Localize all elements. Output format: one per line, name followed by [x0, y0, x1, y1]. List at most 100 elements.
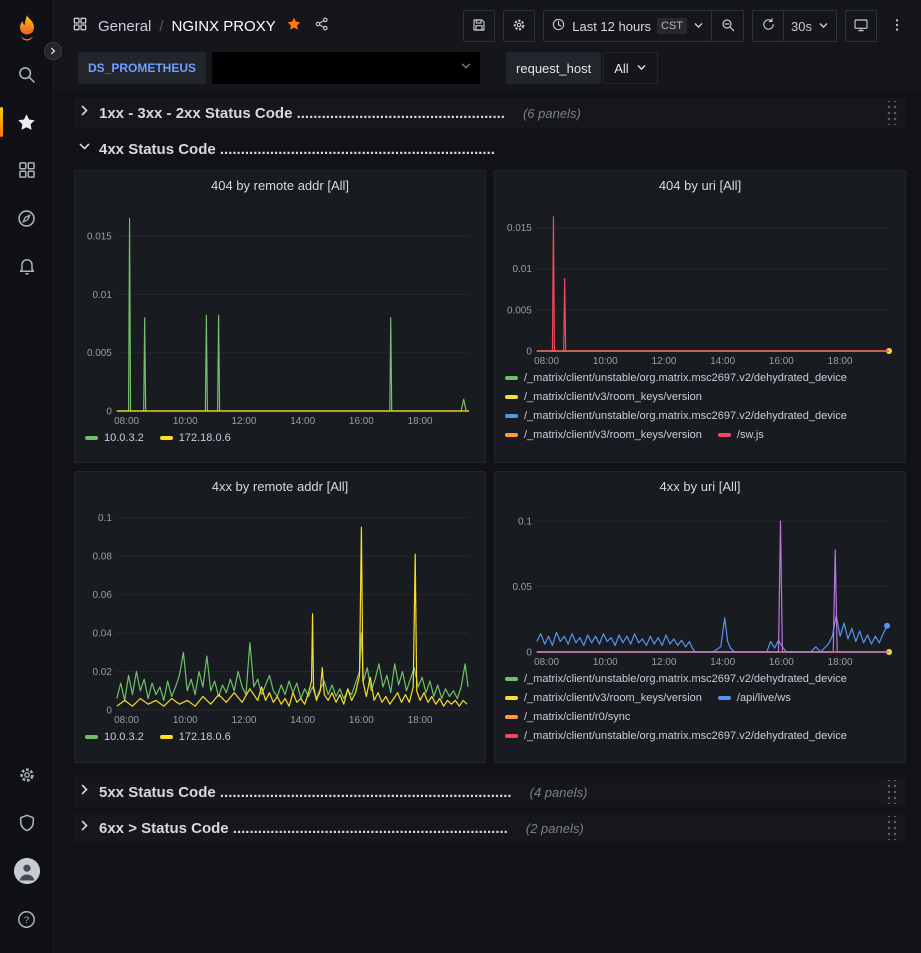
row-1xx-3xx-2xx[interactable]: 1xx - 3xx - 2xx Status Code ............…: [74, 98, 906, 128]
svg-text:0: 0: [106, 705, 112, 716]
svg-text:0.005: 0.005: [87, 348, 112, 359]
row-title: 6xx > Status Code ......................…: [99, 820, 508, 837]
favorite-star-icon[interactable]: [286, 16, 302, 36]
sidebar-item-settings[interactable]: [0, 751, 54, 799]
sidebar-item-starred[interactable]: [0, 98, 54, 146]
share-icon[interactable]: [314, 16, 330, 36]
svg-text:12:00: 12:00: [652, 356, 677, 367]
row-5xx[interactable]: 5xx Status Code ........................…: [74, 777, 906, 807]
svg-text:0.015: 0.015: [87, 232, 112, 243]
legend-label: /_matrix/client/v3/room_keys/version: [524, 690, 702, 706]
legend-item[interactable]: /_matrix/client/v3/room_keys/version: [505, 389, 702, 405]
grafana-logo[interactable]: [0, 6, 54, 50]
timeseries-chart[interactable]: 00.020.040.060.080.108:0010:0012:0014:00…: [83, 500, 477, 726]
breadcrumb: General / NGINX PROXY: [72, 16, 330, 36]
svg-text:18:00: 18:00: [408, 715, 433, 726]
sidebar-item-help[interactable]: ?: [0, 895, 54, 943]
sidebar-expand-button[interactable]: [44, 42, 62, 60]
panel-title[interactable]: 404 by remote addr [All]: [83, 171, 477, 199]
legend-item[interactable]: /_matrix/client/v3/room_keys/version: [505, 427, 702, 443]
svg-text:0: 0: [106, 406, 112, 417]
legend-item[interactable]: 10.0.3.2: [85, 430, 144, 446]
sidebar-item-profile[interactable]: [0, 847, 54, 895]
legend: 10.0.3.2 172.18.0.6: [83, 427, 477, 446]
svg-text:08:00: 08:00: [534, 657, 559, 668]
chevron-down-icon: [636, 61, 647, 76]
row-title: 1xx - 3xx - 2xx Status Code ............…: [99, 105, 505, 122]
legend-item[interactable]: 172.18.0.6: [160, 430, 231, 446]
panel-404-by-uri: 404 by uri [All] 00.0050.010.01508:0010:…: [494, 170, 906, 463]
save-dashboard-button[interactable]: [463, 10, 495, 42]
help-icon: ?: [16, 909, 37, 930]
monitor-icon: [853, 17, 869, 36]
legend-swatch: [718, 696, 731, 700]
time-range-button[interactable]: Last 12 hours CST: [543, 10, 712, 42]
legend-swatch: [505, 395, 518, 399]
legend-item[interactable]: 172.18.0.6: [160, 729, 231, 745]
svg-text:14:00: 14:00: [290, 416, 315, 427]
legend-item[interactable]: /_matrix/client/r0/sync: [505, 709, 630, 725]
timeseries-chart[interactable]: 00.0050.010.01508:0010:0012:0014:0016:00…: [503, 199, 897, 367]
row-title: 4xx Status Code ........................…: [99, 141, 495, 158]
dashboard-settings-button[interactable]: [503, 10, 535, 42]
row-drag-handle[interactable]: [885, 101, 898, 125]
legend-label: /_matrix/client/r0/sync: [524, 709, 630, 725]
timezone-badge: CST: [657, 18, 687, 34]
chevron-right-icon: [78, 783, 91, 801]
row-6xx[interactable]: 6xx > Status Code ......................…: [74, 813, 906, 843]
svg-text:0.08: 0.08: [92, 552, 112, 563]
svg-text:0.02: 0.02: [92, 667, 112, 678]
legend-item[interactable]: /_matrix/client/unstable/org.matrix.msc2…: [505, 671, 847, 687]
legend-item[interactable]: /_matrix/client/v3/room_keys/version: [505, 690, 702, 706]
panel-title[interactable]: 404 by uri [All]: [503, 171, 897, 199]
request-host-label[interactable]: request_host: [506, 52, 601, 84]
timeseries-chart[interactable]: 00.050.108:0010:0012:0014:0016:0018:00: [503, 500, 897, 668]
bell-icon: [17, 256, 37, 276]
datasource-variable-value[interactable]: [212, 52, 480, 84]
row-drag-handle[interactable]: [885, 780, 898, 804]
legend-swatch: [718, 433, 731, 437]
row-4xx[interactable]: 4xx Status Code ........................…: [74, 134, 906, 164]
panel-title[interactable]: 4xx by uri [All]: [503, 472, 897, 500]
panel-404-by-remote-addr: 404 by remote addr [All] 00.0050.010.015…: [74, 170, 486, 463]
legend-label: 172.18.0.6: [179, 430, 231, 446]
legend-swatch: [505, 696, 518, 700]
legend-label: 10.0.3.2: [104, 729, 144, 745]
datasource-variable-label[interactable]: DS_PROMETHEUS: [78, 52, 206, 84]
refresh-interval-button[interactable]: 30s: [784, 10, 837, 42]
chevron-right-icon: [78, 104, 91, 122]
svg-text:16:00: 16:00: [349, 416, 374, 427]
legend-item[interactable]: /_matrix/client/unstable/org.matrix.msc2…: [505, 370, 847, 386]
request-host-value-dropdown[interactable]: All: [603, 52, 657, 84]
gear-icon: [17, 765, 37, 785]
legend-swatch: [505, 734, 518, 738]
sidebar-item-dashboards[interactable]: [0, 146, 54, 194]
tv-mode-button[interactable]: [845, 10, 877, 42]
zoom-out-button[interactable]: [712, 10, 744, 42]
time-picker-group: Last 12 hours CST: [543, 10, 744, 42]
svg-text:10:00: 10:00: [173, 715, 198, 726]
more-options-kebab[interactable]: [885, 16, 909, 37]
legend-item[interactable]: /sw.js: [718, 427, 764, 443]
legend-swatch: [160, 436, 173, 440]
timeseries-chart[interactable]: 00.0050.010.01508:0010:0012:0014:0016:00…: [83, 199, 477, 427]
svg-text:08:00: 08:00: [114, 715, 139, 726]
breadcrumb-folder[interactable]: General: [98, 18, 151, 35]
refresh-button[interactable]: [752, 10, 784, 42]
clock-icon: [551, 17, 566, 35]
svg-text:0.05: 0.05: [512, 582, 532, 593]
legend-item[interactable]: 10.0.3.2: [85, 729, 144, 745]
sidebar-item-explore[interactable]: [0, 194, 54, 242]
dashboard-title[interactable]: NGINX PROXY: [172, 18, 276, 35]
svg-text:0.01: 0.01: [512, 264, 532, 275]
sidebar-item-alerting[interactable]: [0, 242, 54, 290]
svg-text:12:00: 12:00: [232, 416, 257, 427]
chevron-down-icon: [78, 140, 91, 158]
legend-item[interactable]: /_matrix/client/unstable/org.matrix.msc2…: [505, 728, 847, 744]
refresh-interval-label: 30s: [791, 19, 812, 34]
sidebar-item-server-admin[interactable]: [0, 799, 54, 847]
legend-item[interactable]: /api/live/ws: [718, 690, 791, 706]
row-drag-handle[interactable]: [885, 816, 898, 840]
legend-item[interactable]: /_matrix/client/unstable/org.matrix.msc2…: [505, 408, 847, 424]
panel-title[interactable]: 4xx by remote addr [All]: [83, 472, 477, 500]
